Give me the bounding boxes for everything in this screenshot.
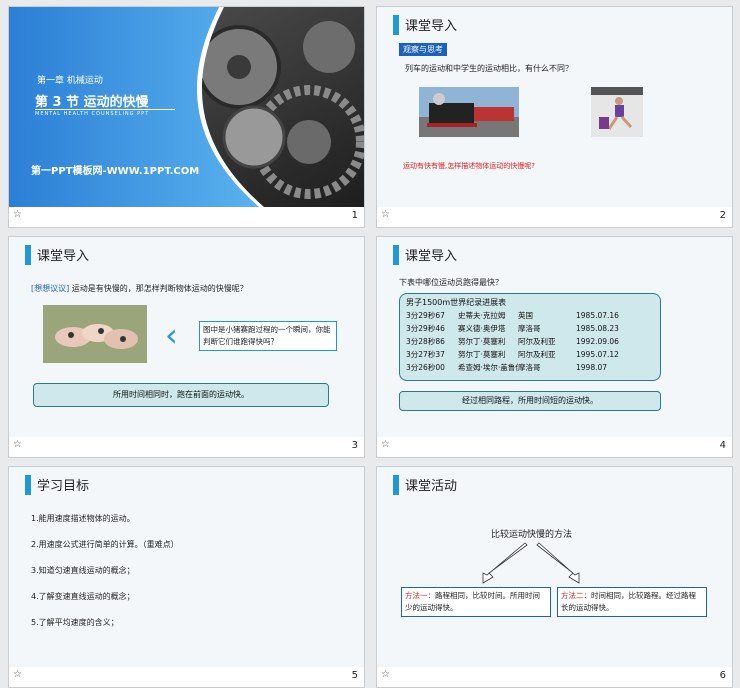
table-cell: 摩洛哥 (518, 324, 541, 333)
prompt-line: [想想议议] 运动是有快慢的，那怎样判断物体运动的快慢呢？ (31, 283, 248, 294)
answer-box: 所用时间相同时，跑在前面的运动快。 (33, 383, 329, 407)
slide-footer: ☆ 4 (377, 437, 732, 457)
slide-footer: ☆ 6 (377, 667, 732, 687)
table-cell: 3分26秒00 (406, 363, 445, 372)
slide-number: 5 (351, 670, 358, 681)
star-icon[interactable]: ☆ (381, 669, 390, 680)
table-cell: 努尔丁·莫塞利 (458, 350, 506, 359)
table-row: 3分29秒67 史蒂夫·克拉姆 英国 1985.07.16 (406, 309, 654, 322)
table-cell: 3分29秒67 (406, 311, 445, 320)
slide-title: 课堂活动 (405, 479, 458, 494)
objective-item: 2.用速度公式进行简单的计算。（重难点） (31, 540, 179, 549)
title-accent-bar (393, 245, 399, 265)
table-cell: 1985.08.23 (576, 324, 619, 333)
table-cell: 史蒂夫·克拉姆 (458, 311, 506, 320)
objective-item: 1.能用速度描述物体的运动。 (31, 514, 135, 523)
question-text: 列车的运动和中学生的运动相比，有什么不同？ (405, 64, 573, 73)
callout-box: 图中是小猪赛跑过程的一个瞬间，你能判断它们谁跑得快吗？ (199, 321, 337, 351)
objective-item: 4.了解变速直线运动的概念； (31, 592, 135, 601)
table-cell: 1992.09.06 (576, 337, 619, 346)
objective-item: 5.了解平均速度的含义； (31, 618, 119, 627)
title-accent-bar (393, 15, 399, 35)
slide-number: 4 (719, 440, 726, 451)
slide-title: 课堂导入 (405, 19, 458, 34)
method-two-box: 方法二：时间相同，比较路程。经过路程长的运动得快。 (557, 587, 707, 617)
star-icon[interactable]: ☆ (381, 439, 390, 450)
slide-number: 2 (719, 210, 726, 221)
slide-footer: ☆ 3 (9, 437, 364, 457)
slide-number: 6 (719, 670, 726, 681)
slide-number: 1 (351, 210, 358, 221)
slide-thumbnail-4[interactable]: 课堂导入 下表中哪位运动员跑得最快？ 男子1500m世界纪录进展表 3分29秒6… (376, 236, 733, 458)
table-cell: 希查姆·埃尔·盖鲁伊 (458, 363, 518, 372)
chapter-label: 第一章 机械运动 (37, 76, 103, 86)
slide-canvas: 第一章 机械运动 第 3 节 运动的快慢 MENTAL HEALTH COUNS… (9, 7, 364, 207)
table-cell: 阿尔及利亚 (518, 337, 556, 346)
table-title: 男子1500m世界纪录进展表 (406, 298, 507, 307)
table-cell: 1985.07.16 (576, 311, 619, 320)
slide-thumbnail-1[interactable]: 第一章 机械运动 第 3 节 运动的快慢 MENTAL HEALTH COUNS… (8, 6, 365, 228)
method-one-box: 方法一：路程相同，比较时间。所用时间少的运动得快。 (401, 587, 551, 617)
slide-title: 课堂导入 (405, 249, 458, 264)
answer-box: 经过相同路程，所用时间短的运动快。 (399, 391, 661, 411)
slide-thumbnail-5[interactable]: 学习目标 1.能用速度描述物体的运动。 2.用速度公式进行简单的计算。（重难点）… (8, 466, 365, 688)
train-photo (419, 87, 519, 137)
section-title: 第 3 节 运动的快慢 (35, 95, 149, 110)
slide-thumbnail-2[interactable]: 课堂导入 观察与思考 列车的运动和中学生的运动相比，有什么不同？ 运动有快有慢,… (376, 6, 733, 228)
slide-title: 课堂导入 (37, 249, 90, 264)
table-body: 3分29秒67 史蒂夫·克拉姆 英国 1985.07.16 3分29秒46 赛义德·奥伊塔… (406, 309, 654, 374)
prompt-text: 运动是有快慢的，那怎样判断物体运动的快慢呢？ (71, 284, 248, 293)
table-row: 3分27秒37 努尔丁·莫塞利 阿尔及利亚 1995.07.12 (406, 348, 654, 361)
table-row: 3分26秒00 希查姆·埃尔·盖鲁伊 摩洛哥 1998.07 (406, 361, 654, 374)
table-cell: 1998.07 (576, 363, 608, 372)
star-icon[interactable]: ☆ (13, 439, 22, 450)
title-accent-bar (393, 475, 399, 495)
slide-footer: ☆ 5 (9, 667, 364, 687)
table-cell: 摩洛哥 (518, 363, 541, 372)
table-cell: 3分27秒37 (406, 350, 445, 359)
slide-number: 3 (351, 440, 358, 451)
table-cell: 1995.07.12 (576, 350, 619, 359)
red-question: 运动有快有慢,怎样描述物体运动的快慢呢? (403, 162, 535, 170)
tag-label: 观察与思考 (399, 43, 447, 56)
piglets-photo (43, 305, 147, 363)
slide-footer: ☆ 1 (9, 207, 364, 227)
records-table: 男子1500m世界纪录进展表 3分29秒67 史蒂夫·克拉姆 英国 1985.07.1… (399, 293, 661, 381)
slide-canvas: 课堂导入 下表中哪位运动员跑得最快？ 男子1500m世界纪录进展表 3分29秒6… (377, 237, 732, 437)
star-icon[interactable]: ☆ (381, 209, 390, 220)
table-cell: 英国 (518, 311, 533, 320)
star-icon[interactable]: ☆ (13, 669, 22, 680)
divider (35, 109, 175, 110)
slide-canvas: 课堂活动 比较运动快慢的方法 方法一：路程相同，比较时间。所用时间少的运动得快。… (377, 467, 732, 667)
star-icon[interactable]: ☆ (13, 209, 22, 220)
slide-canvas: 学习目标 1.能用速度描述物体的运动。 2.用速度公式进行简单的计算。（重难点）… (9, 467, 364, 667)
slide-canvas: 课堂导入 [想想议议] 运动是有快慢的，那怎样判断物体运动的快慢呢？ ‹ 图中是… (9, 237, 364, 437)
title-accent-bar (25, 245, 31, 265)
table-cell: 赛义德·奥伊塔 (458, 324, 506, 333)
question-text: 下表中哪位运动员跑得最快？ (399, 278, 503, 287)
table-row: 3分29秒46 赛义德·奥伊塔 摩洛哥 1985.08.23 (406, 322, 654, 335)
title-accent-bar (25, 475, 31, 495)
table-cell: 努尔丁·莫塞利 (458, 337, 506, 346)
method-two-label: 方法二： (561, 591, 591, 600)
runner-photo (591, 87, 643, 137)
slide-title: 学习目标 (37, 479, 90, 494)
table-cell: 3分29秒46 (406, 324, 445, 333)
method-one-label: 方法一： (405, 591, 435, 600)
slide-canvas: 课堂导入 观察与思考 列车的运动和中学生的运动相比，有什么不同？ 运动有快有慢,… (377, 7, 732, 207)
slide-footer: ☆ 2 (377, 207, 732, 227)
table-cell: 阿尔及利亚 (518, 350, 556, 359)
chevron-left-icon: ‹ (165, 316, 178, 354)
table-row: 3分28秒86 努尔丁·莫塞利 阿尔及利亚 1992.09.06 (406, 335, 654, 348)
table-cell: 3分28秒86 (406, 337, 445, 346)
objective-item: 3.知道匀速直线运动的概念； (31, 566, 135, 575)
slide-thumbnail-6[interactable]: 课堂活动 比较运动快慢的方法 方法一：路程相同，比较时间。所用时间少的运动得快。… (376, 466, 733, 688)
slide-thumbnail-3[interactable]: 课堂导入 [想想议议] 运动是有快慢的，那怎样判断物体运动的快慢呢？ ‹ 图中是… (8, 236, 365, 458)
prompt-bracket: [想想议议] (31, 284, 70, 293)
subtitle-en: MENTAL HEALTH COUNSELING PPT (35, 111, 150, 117)
brand-text: 第一PPT模板网-WWW.1PPT.COM (31, 166, 200, 177)
